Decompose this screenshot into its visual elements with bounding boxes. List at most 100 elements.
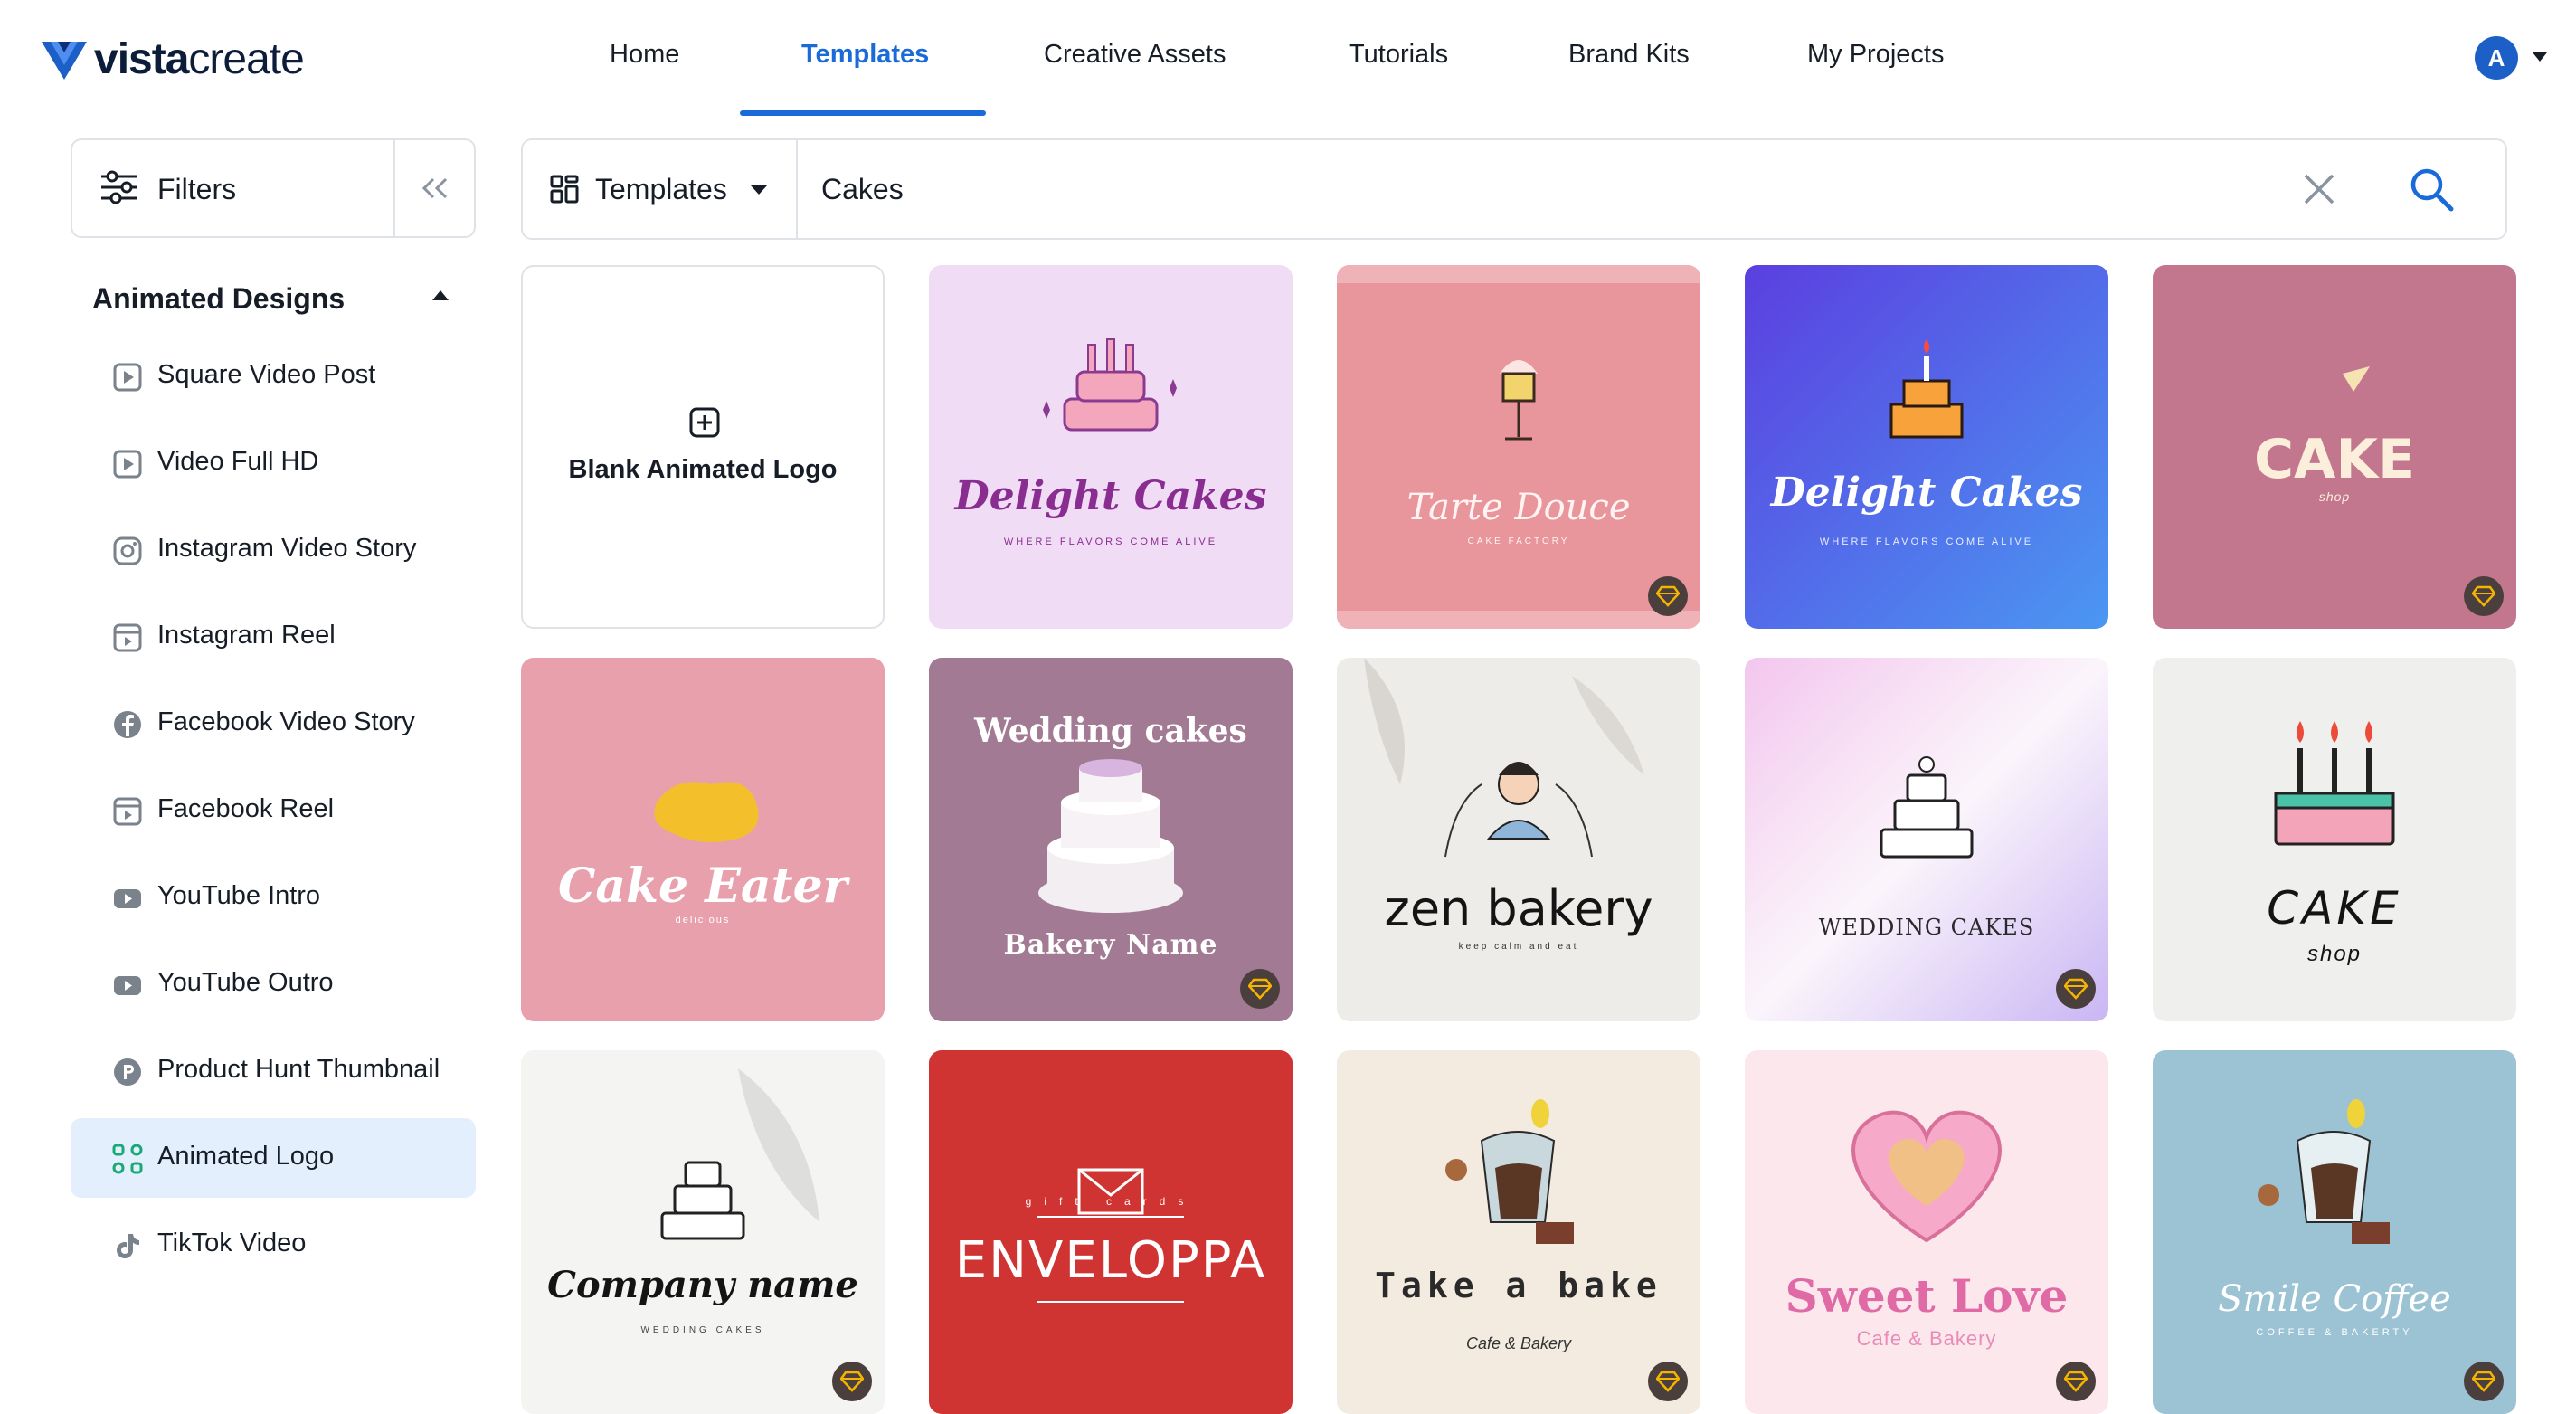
grid-icon: [550, 175, 579, 204]
play-square-icon: [113, 450, 142, 479]
template-card[interactable]: Wedding cakes Bakery Name: [929, 658, 1293, 1021]
content-type-label: Templates: [595, 173, 727, 205]
template-title: Wedding cakes: [974, 712, 1247, 750]
sliders-icon: [101, 170, 137, 204]
account-menu-chevron-icon[interactable]: [2533, 52, 2547, 62]
template-thumbnail: [1745, 658, 2108, 1021]
template-title: CAKE: [2267, 882, 2402, 935]
diamond-icon: [1248, 978, 1272, 1000]
sidebar-item-product-hunt-thumbnail[interactable]: Product Hunt Thumbnail: [71, 1031, 476, 1111]
template-card[interactable]: Sweet Love Cafe & Bakery: [1745, 1050, 2108, 1414]
template-title: Take a bake: [1375, 1266, 1662, 1305]
reel-icon: [113, 623, 142, 652]
premium-badge: [1648, 1362, 1688, 1401]
template-subtitle: Cafe & Bakery: [1856, 1327, 1997, 1350]
filters-label: Filters: [157, 173, 237, 205]
template-subtitle: gift cards: [1025, 1195, 1197, 1208]
template-title: Cake Eater: [557, 859, 848, 914]
template-card[interactable]: CAKE shop: [2153, 658, 2516, 1021]
template-card[interactable]: CAKE shop: [2153, 265, 2516, 629]
template-thumbnail: [929, 265, 1293, 629]
blank-card-label: Blank Animated Logo: [568, 455, 838, 484]
sidebar-item-label: Animated Logo: [157, 1142, 335, 1171]
search-button[interactable]: [2406, 164, 2457, 214]
diamond-icon: [2064, 978, 2088, 1000]
filters-button[interactable]: Filters: [72, 140, 393, 236]
filters-panel-header: Filters: [71, 138, 476, 238]
template-title: Delight Cakes: [954, 473, 1267, 519]
sidebar-item-youtube-outro[interactable]: YouTube Outro: [71, 944, 476, 1024]
sidebar-item-facebook-video-story[interactable]: Facebook Video Story: [71, 684, 476, 764]
youtube-icon: [114, 889, 141, 908]
facebook-icon: [114, 711, 141, 738]
template-title: Tarte Douce: [1406, 487, 1631, 528]
active-tab-indicator: [740, 110, 986, 116]
sidebar-item-label: YouTube Outro: [157, 968, 334, 997]
user-avatar[interactable]: A: [2475, 36, 2518, 80]
reel-icon: [113, 797, 142, 826]
sidebar-item-label: Square Video Post: [157, 360, 376, 389]
sidebar-item-label: YouTube Intro: [157, 881, 321, 910]
blank-animated-logo-card[interactable]: Blank Animated Logo: [521, 265, 885, 629]
template-thumbnail: [1337, 265, 1700, 629]
nav-my-projects[interactable]: My Projects: [1807, 40, 1944, 70]
template-title: Company name: [547, 1264, 858, 1306]
template-title: ENVELOPPA: [954, 1231, 1267, 1290]
nav-tutorials[interactable]: Tutorials: [1349, 40, 1448, 70]
premium-badge: [2056, 969, 2096, 1009]
plus-square-icon: [689, 407, 720, 438]
close-icon: [2304, 174, 2334, 204]
search-icon: [2410, 168, 2454, 212]
template-thumbnail: [1337, 658, 1700, 1021]
nav-templates[interactable]: Templates: [801, 40, 929, 70]
template-subtitle: COFFEE & BAKERTY: [2256, 1327, 2413, 1338]
template-card[interactable]: Company name WEDDING CAKES: [521, 1050, 885, 1414]
template-card[interactable]: Take a bake Cafe & Bakery: [1337, 1050, 1700, 1414]
diamond-icon: [2472, 585, 2496, 607]
section-title-animated-designs[interactable]: Animated Designs: [92, 282, 345, 316]
vistacreate-logo[interactable]: vistacreate: [42, 34, 305, 84]
sidebar-item-instagram-reel[interactable]: Instagram Reel: [71, 597, 476, 677]
template-grid: Blank Animated Logo Delight Cakes WHERE …: [521, 265, 2516, 1414]
product-hunt-icon: [114, 1058, 141, 1086]
template-card[interactable]: Cake Eater delicious: [521, 658, 885, 1021]
sidebar-item-tiktok-video[interactable]: TikTok Video: [71, 1205, 476, 1285]
nav-home[interactable]: Home: [610, 40, 679, 70]
search-input[interactable]: [821, 162, 2178, 216]
diamond-icon: [2064, 1371, 2088, 1392]
template-subtitle: keep calm and eat: [1458, 942, 1579, 952]
template-title: CAKE: [2254, 428, 2415, 491]
sidebar-item-video-full-hd[interactable]: Video Full HD: [71, 423, 476, 503]
nav-creative-assets[interactable]: Creative Assets: [1044, 40, 1226, 70]
template-subtitle: WHERE FLAVORS COME ALIVE: [1819, 536, 2034, 547]
sidebar-item-animated-logo[interactable]: Animated Logo: [71, 1118, 476, 1198]
sidebar-item-youtube-intro[interactable]: YouTube Intro: [71, 858, 476, 937]
clear-search-button[interactable]: [2297, 167, 2341, 211]
sidebar-item-facebook-reel[interactable]: Facebook Reel: [71, 771, 476, 850]
template-card[interactable]: Tarte Douce CAKE FACTORY: [1337, 265, 1700, 629]
play-square-icon: [113, 363, 142, 392]
template-card[interactable]: Smile Coffee COFFEE & BAKERTY: [2153, 1050, 2516, 1414]
premium-badge: [2464, 1362, 2504, 1401]
sidebar-item-label: Video Full HD: [157, 447, 319, 476]
nav-brand-kits[interactable]: Brand Kits: [1568, 40, 1690, 70]
template-card[interactable]: ENVELOPPA gift cards: [929, 1050, 1293, 1414]
template-card[interactable]: Delight Cakes WHERE FLAVORS COME ALIVE: [929, 265, 1293, 629]
content-type-dropdown[interactable]: Templates: [523, 140, 796, 238]
template-card[interactable]: WEDDING CAKES: [1745, 658, 2108, 1021]
search-bar: Templates: [521, 138, 2507, 240]
template-card[interactable]: zen bakery keep calm and eat: [1337, 658, 1700, 1021]
sidebar-item-label: Instagram Video Story: [157, 534, 417, 563]
collapse-sidebar-button[interactable]: [395, 140, 474, 236]
template-subtitle: WEDDING CAKES: [640, 1325, 765, 1335]
sidebar-item-instagram-video-story[interactable]: Instagram Video Story: [71, 510, 476, 590]
youtube-icon: [114, 976, 141, 995]
divider: [796, 140, 798, 238]
vistacreate-logo-icon: [42, 41, 87, 80]
collapse-section-caret-icon[interactable]: [432, 290, 449, 300]
brand-name: vistacreate: [94, 35, 305, 83]
template-card[interactable]: Delight Cakes WHERE FLAVORS COME ALIVE: [1745, 265, 2108, 629]
sidebar-item-square-video-post[interactable]: Square Video Post: [71, 337, 476, 416]
template-thumbnail: [2153, 1050, 2516, 1414]
chevron-down-icon: [751, 185, 767, 195]
